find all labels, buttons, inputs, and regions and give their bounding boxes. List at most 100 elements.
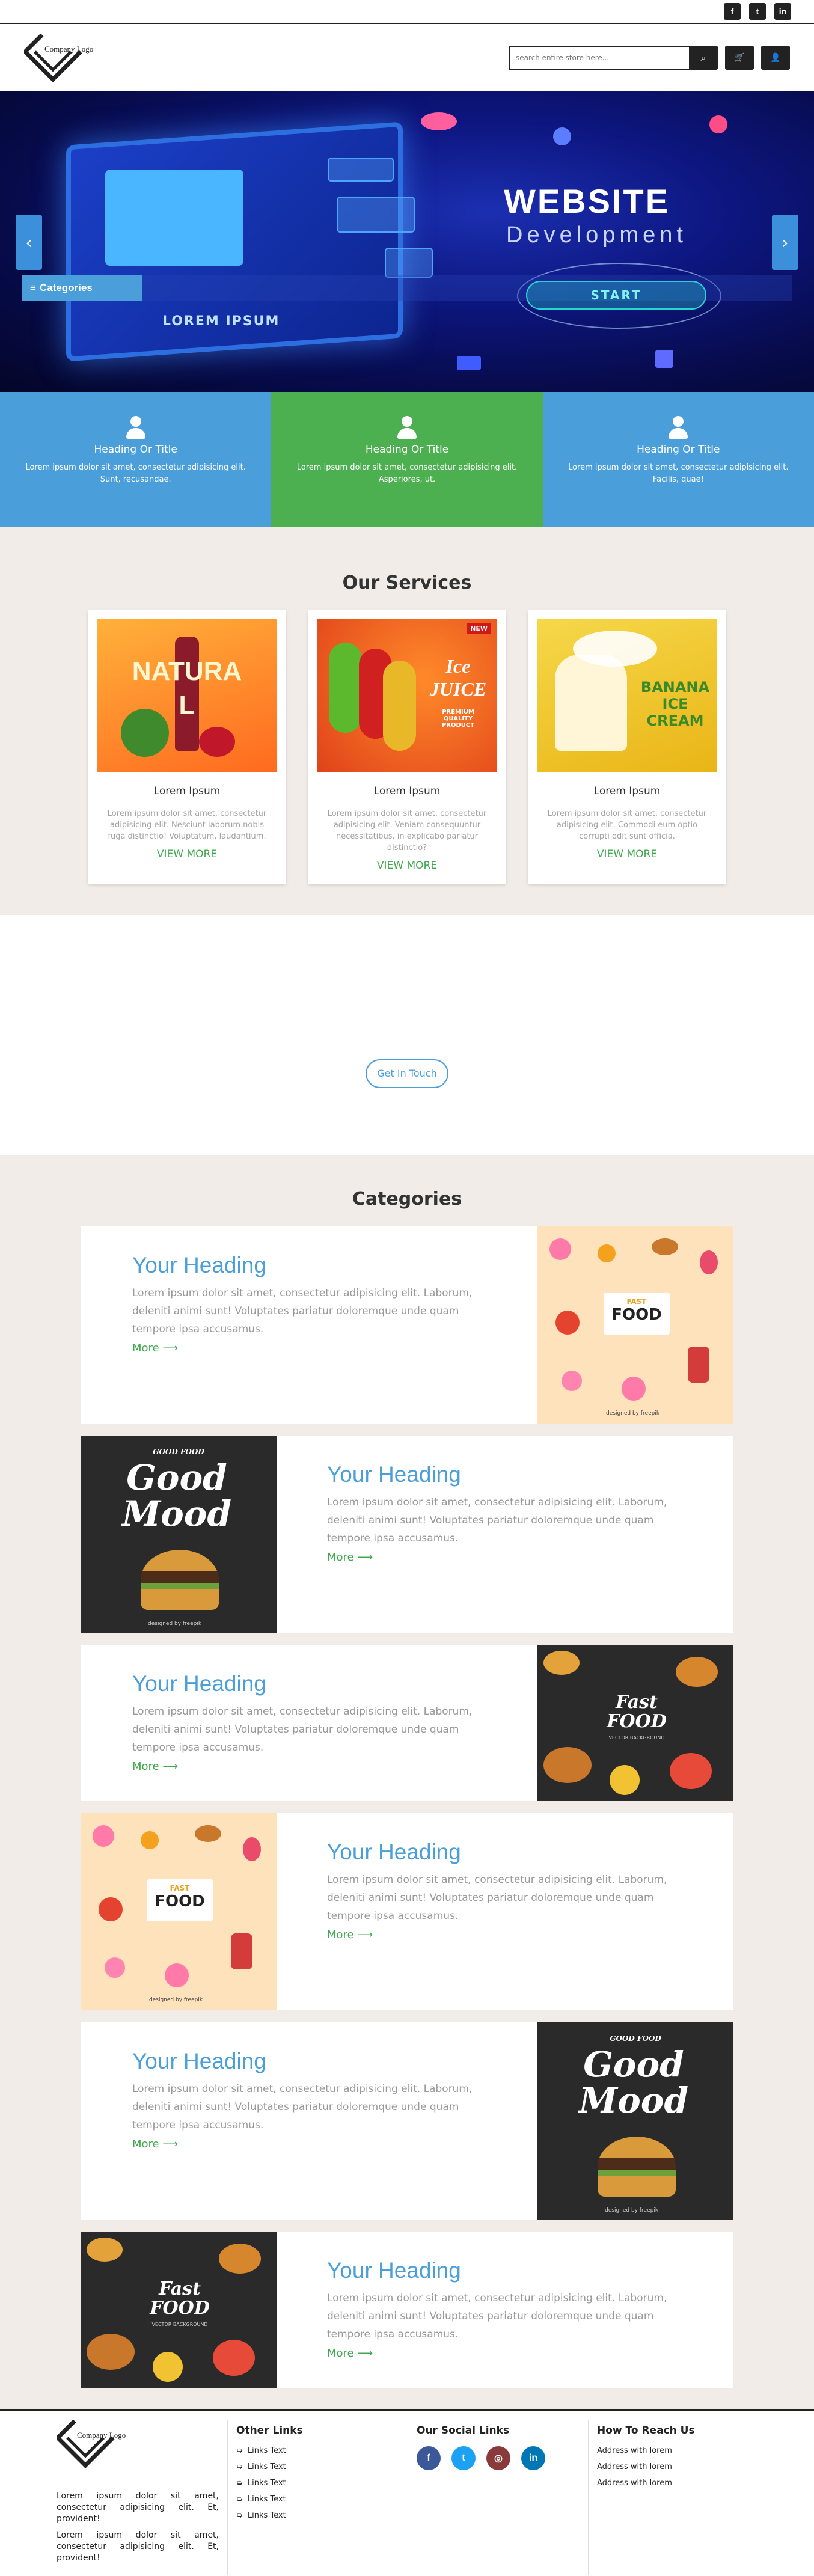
get-in-touch-button[interactable]: Get In Touch — [366, 1059, 448, 1088]
more-link[interactable]: More ⟶ — [327, 1929, 373, 1941]
category-image-fast-food-light: FAST FOOD designed by freepik — [81, 1813, 277, 2010]
category-text: Your Heading Lorem ipsum dolor sit amet,… — [277, 1436, 733, 1633]
footer-about-column: Company Logo Lorem ipsum dolor sit amet,… — [57, 2420, 228, 2575]
good-mood-text: Good Mood — [121, 1457, 232, 1534]
more-link[interactable]: More ⟶ — [132, 1342, 178, 1354]
category-heading: Your Heading — [132, 1671, 266, 1696]
categories-button-label: Categories — [39, 282, 93, 293]
footer-link[interactable]: ➭ Links Text — [236, 2511, 408, 2520]
burger-icon — [652, 1238, 678, 1255]
company-logo[interactable]: Company Logo — [24, 34, 108, 82]
arrow-icon: ➭ — [236, 2479, 243, 2488]
fast-food-sign-text: FOOD — [611, 1306, 662, 1324]
arrow-icon: ➭ — [236, 2446, 243, 2455]
pizza-icon — [141, 1831, 159, 1849]
slider-prev-button[interactable]: ‹ — [16, 215, 42, 270]
twitter-icon[interactable]: t — [451, 2446, 476, 2470]
burger-icon — [87, 2334, 135, 2370]
twitter-icon[interactable]: t — [749, 3, 766, 20]
service-image-banana: BANANA ICE CREAM — [537, 619, 717, 772]
service-card: NATURAL Lorem Ipsum Lorem ipsum dolor si… — [88, 610, 286, 884]
hero-slider: LOREM IPSUM WEBSITE Development START ≡ … — [0, 91, 814, 392]
decor-orb — [421, 112, 457, 130]
image-credit: designed by freepik — [148, 1621, 202, 1627]
cart-button[interactable]: 🛒 — [725, 46, 754, 70]
arrow-icon: ➭ — [236, 2495, 243, 2504]
category-text: Your Heading Lorem ipsum dolor sit amet,… — [81, 2022, 537, 2220]
hero-screen-text: LOREM IPSUM — [162, 314, 280, 329]
footer-link[interactable]: ➭ Links Text — [236, 2495, 408, 2504]
category-text: Your Heading Lorem ipsum dolor sit amet,… — [277, 2232, 733, 2388]
service-image-text: BANANA ICE CREAM — [640, 679, 710, 729]
service-title: Lorem Ipsum — [153, 785, 221, 797]
view-more-link[interactable]: VIEW MORE — [597, 848, 657, 860]
category-image-fast-food-dark: Fast FOOD VECTOR BACKGROUND — [81, 2232, 277, 2388]
decor-orb — [655, 350, 673, 368]
account-button[interactable]: 👤 — [761, 46, 790, 70]
category-heading: Your Heading — [327, 2258, 461, 2283]
soda-icon — [231, 1933, 252, 1969]
categories-button[interactable]: ≡ Categories — [22, 275, 142, 301]
footer-link[interactable]: ➭ Links Text — [236, 2462, 408, 2471]
category-text: Your Heading Lorem ipsum dolor sit amet,… — [81, 1645, 537, 1801]
more-link[interactable]: More ⟶ — [132, 2138, 178, 2150]
footer-logo[interactable]: Company Logo — [57, 2420, 141, 2474]
site-footer: Company Logo Lorem ipsum dolor sit amet,… — [0, 2409, 814, 2575]
footer-address: Address with lorem — [597, 2479, 672, 2488]
category-heading: Your Heading — [327, 1462, 461, 1487]
fast-food-sign-small: FAST — [170, 1884, 190, 1892]
fast-food-subtext: VECTOR BACKGROUND — [608, 1735, 665, 1740]
fast-food-text: Fast FOOD — [150, 2278, 210, 2319]
popsicle-icon — [243, 1837, 261, 1861]
logo-mark-icon — [24, 34, 82, 82]
footer-social-column: Our Social Links f t ◎ in — [408, 2420, 589, 2575]
nugget-icon — [153, 2352, 183, 2382]
service-image-natural: NATURAL — [97, 619, 277, 772]
get-in-touch-section: Get In Touch — [0, 915, 814, 1155]
search-input[interactable] — [509, 46, 689, 70]
image-credit: designed by freepik — [605, 2207, 659, 2213]
footer-link[interactable]: ➭ Links Text — [236, 2479, 408, 2488]
hero-ui-panel — [337, 197, 415, 233]
decor-orb — [553, 127, 571, 145]
more-link[interactable]: More ⟶ — [132, 1760, 178, 1773]
arrow-icon: ➭ — [236, 2462, 243, 2471]
hero-ui-panel — [328, 158, 394, 182]
category-text-body: Lorem ipsum dolor sit amet, consectetur … — [327, 1874, 667, 1922]
cupcake-icon — [105, 1957, 125, 1978]
footer-link-label: Links Text — [247, 2446, 286, 2455]
user-icon — [667, 416, 690, 439]
nugget-icon — [610, 1765, 640, 1795]
slider-next-button[interactable]: › — [772, 215, 798, 270]
top-social-bar: f t in — [0, 0, 814, 24]
facebook-icon[interactable]: f — [417, 2446, 441, 2470]
fries-icon — [87, 2238, 123, 2262]
footer-social-title: Our Social Links — [417, 2425, 510, 2437]
more-link[interactable]: More ⟶ — [327, 1551, 373, 1564]
view-more-link[interactable]: VIEW MORE — [377, 860, 437, 872]
footer-reach-title: How To Reach Us — [597, 2425, 695, 2437]
facebook-icon[interactable]: f — [724, 3, 741, 20]
feature-text: Lorem ipsum dolor sit amet, consectetur … — [296, 463, 518, 484]
category-text-body: Lorem ipsum dolor sit amet, consectetur … — [327, 1496, 667, 1544]
category-row: Fast FOOD VECTOR BACKGROUND Your Heading… — [81, 2232, 733, 2388]
category-row: Your Heading Lorem ipsum dolor sit amet,… — [81, 1226, 733, 1424]
donut-icon — [549, 1238, 571, 1260]
fast-food-text: Fast FOOD — [607, 1692, 667, 1732]
footer-address: Address with lorem — [597, 2462, 672, 2471]
service-text: Lorem ipsum dolor sit amet, consectetur … — [327, 809, 487, 852]
hero-start-button[interactable]: START — [526, 281, 706, 310]
feature-text: Lorem ipsum dolor sit amet, consectetur … — [568, 463, 789, 484]
more-link[interactable]: More ⟶ — [327, 2347, 373, 2360]
arrow-icon: ➭ — [236, 2511, 243, 2520]
linkedin-icon[interactable]: in — [774, 3, 791, 20]
linkedin-icon[interactable]: in — [521, 2446, 545, 2470]
ice-cream-glass — [555, 655, 627, 751]
search-button[interactable]: ⌕ — [689, 46, 718, 70]
footer-link[interactable]: ➭ Links Text — [236, 2446, 408, 2455]
view-more-link[interactable]: VIEW MORE — [157, 848, 217, 860]
category-text-body: Lorem ipsum dolor sit amet, consectetur … — [327, 2292, 667, 2340]
services-section: Our Services NATURAL Lorem Ipsum Lorem i… — [0, 527, 814, 915]
instagram-icon[interactable]: ◎ — [486, 2446, 510, 2470]
fast-food-sign-small: FAST — [626, 1297, 647, 1306]
